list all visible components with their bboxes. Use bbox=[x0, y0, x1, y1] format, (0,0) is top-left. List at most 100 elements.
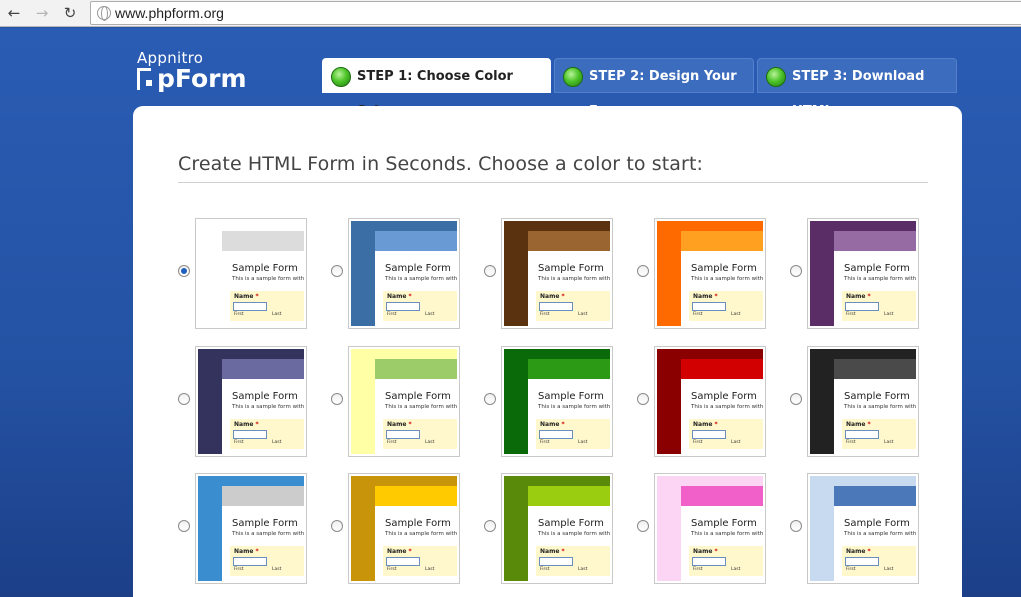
color-scheme-thumbnail[interactable]: Sample Form This is a sample form with Nam… bbox=[654, 218, 766, 329]
thumbnail-form: Sample Form This is a sample form with Nam… bbox=[834, 379, 916, 454]
thumbnail-form: Sample Form This is a sample form with Nam… bbox=[528, 506, 610, 581]
color-scheme-radio[interactable] bbox=[331, 265, 343, 277]
sample-input-last bbox=[424, 557, 457, 566]
color-scheme-thumbnail[interactable]: Sample Form This is a sample form with Nam… bbox=[348, 218, 460, 329]
color-scheme-thumbnail[interactable]: Sample Form This is a sample form with Nam… bbox=[501, 218, 613, 329]
color-scheme-thumbnail[interactable]: Sample Form This is a sample form with Nam… bbox=[501, 346, 613, 457]
required-mark: * bbox=[408, 548, 412, 555]
green-ball-icon bbox=[563, 67, 583, 87]
sample-field-label-text: Name bbox=[234, 293, 254, 300]
sample-field-label-text: Name bbox=[387, 421, 407, 428]
back-arrow-icon[interactable]: ← bbox=[4, 3, 24, 23]
thumbnail-preview: Sample Form This is a sample form with Nam… bbox=[810, 221, 916, 326]
green-ball-icon bbox=[766, 67, 786, 87]
color-scheme-thumbnail[interactable]: Sample Form This is a sample form with Nam… bbox=[348, 473, 460, 584]
sample-input-first bbox=[539, 430, 573, 439]
required-mark: * bbox=[867, 421, 871, 428]
sample-input-last bbox=[730, 557, 763, 566]
sample-sub-last: Last bbox=[578, 312, 588, 317]
sample-form-title: Sample Form bbox=[385, 263, 451, 274]
tab-step-3[interactable]: STEP 3: Download HTML bbox=[757, 58, 957, 119]
color-scheme-radio[interactable] bbox=[484, 265, 496, 277]
tab-step-2[interactable]: STEP 2: Design Your Form bbox=[554, 58, 754, 119]
thumbnail-header-bar bbox=[222, 231, 304, 251]
color-scheme-thumbnail[interactable]: Sample Form This is a sample form with Nam… bbox=[195, 346, 307, 457]
sample-form-title: Sample Form bbox=[385, 391, 451, 402]
sample-field: Name * First Last bbox=[230, 546, 304, 576]
color-scheme-thumbnail[interactable]: Sample Form This is a sample form with Nam… bbox=[348, 346, 460, 457]
sample-field-label: Name * bbox=[234, 421, 259, 428]
sample-sub-last: Last bbox=[731, 312, 741, 317]
color-scheme-radio[interactable] bbox=[178, 265, 190, 277]
color-scheme-radio[interactable] bbox=[331, 393, 343, 405]
color-scheme-radio[interactable] bbox=[790, 393, 802, 405]
sample-sub-last: Last bbox=[272, 440, 282, 445]
color-scheme-radio[interactable] bbox=[637, 265, 649, 277]
color-scheme-radio[interactable] bbox=[484, 393, 496, 405]
color-scheme-radio[interactable] bbox=[637, 393, 649, 405]
sample-input-first bbox=[539, 557, 573, 566]
required-mark: * bbox=[867, 293, 871, 300]
sample-field-label-text: Name bbox=[540, 548, 560, 555]
color-scheme-thumbnail[interactable]: Sample Form This is a sample form with Nam… bbox=[654, 346, 766, 457]
sample-input-first bbox=[386, 557, 420, 566]
thumbnail-form: Sample Form This is a sample form with Nam… bbox=[681, 506, 763, 581]
sample-sub-first: First bbox=[234, 312, 244, 317]
sample-form-description: This is a sample form with bbox=[844, 276, 916, 282]
thumbnail-header-bar bbox=[375, 359, 457, 379]
color-scheme-thumbnail[interactable]: Sample Form This is a sample form with Nam… bbox=[807, 473, 919, 584]
sample-sub-first: First bbox=[540, 567, 550, 572]
globe-icon bbox=[97, 6, 111, 21]
sample-input-first bbox=[692, 430, 726, 439]
sample-sub-first: First bbox=[387, 567, 397, 572]
thumbnail-header-bar bbox=[528, 359, 610, 379]
color-scheme-thumbnail[interactable]: Sample Form This is a sample form with Nam… bbox=[195, 218, 307, 329]
reload-icon[interactable]: ↻ bbox=[60, 3, 80, 23]
color-scheme-radio[interactable] bbox=[484, 520, 496, 532]
color-scheme-radio[interactable] bbox=[790, 265, 802, 277]
sample-field-label-text: Name bbox=[387, 293, 407, 300]
color-scheme-thumbnail[interactable]: Sample Form This is a sample form with Nam… bbox=[807, 346, 919, 457]
sample-input-last bbox=[577, 557, 610, 566]
thumbnail-preview: Sample Form This is a sample form with Nam… bbox=[198, 476, 304, 581]
sample-form-title: Sample Form bbox=[232, 391, 298, 402]
sample-field-label-text: Name bbox=[693, 421, 713, 428]
title-divider bbox=[178, 182, 928, 183]
color-scheme-radio[interactable] bbox=[790, 520, 802, 532]
sample-field-label: Name * bbox=[234, 548, 259, 555]
thumbnail-header-bar bbox=[681, 486, 763, 506]
sample-sub-first: First bbox=[540, 312, 550, 317]
sample-input-last bbox=[883, 557, 916, 566]
address-text[interactable]: www.phpform.org bbox=[115, 5, 224, 21]
sample-field-label: Name * bbox=[387, 548, 412, 555]
thumbnail-form: Sample Form This is a sample form with Nam… bbox=[834, 251, 916, 326]
sample-form-description: This is a sample form with bbox=[232, 276, 304, 282]
thumbnail-form: Sample Form This is a sample form with Nam… bbox=[681, 379, 763, 454]
address-bar[interactable]: www.phpform.org bbox=[90, 1, 1021, 25]
site-logo[interactable]: Appnitro pForm bbox=[137, 50, 247, 92]
sample-field: Name * First Last bbox=[383, 546, 457, 576]
sample-input-last bbox=[730, 430, 763, 439]
color-scheme-radio[interactable] bbox=[331, 520, 343, 532]
main-panel: Create HTML Form in Seconds. Choose a co… bbox=[133, 106, 962, 597]
sample-field: Name * First Last bbox=[842, 291, 916, 321]
color-scheme-thumbnail[interactable]: Sample Form This is a sample form with Nam… bbox=[195, 473, 307, 584]
color-scheme-thumbnail[interactable]: Sample Form This is a sample form with Nam… bbox=[654, 473, 766, 584]
tab-step-1[interactable]: STEP 1: Choose Color Scheme bbox=[322, 58, 551, 119]
sample-field: Name * First Last bbox=[689, 546, 763, 576]
color-scheme-radio[interactable] bbox=[178, 520, 190, 532]
color-scheme-thumbnail[interactable]: Sample Form This is a sample form with Nam… bbox=[807, 218, 919, 329]
sample-form-title: Sample Form bbox=[232, 518, 298, 529]
color-scheme-thumbnail[interactable]: Sample Form This is a sample form with Nam… bbox=[501, 473, 613, 584]
sample-input-last bbox=[271, 557, 304, 566]
color-scheme-radio[interactable] bbox=[637, 520, 649, 532]
color-scheme-radio[interactable] bbox=[178, 393, 190, 405]
sample-sub-first: First bbox=[846, 440, 856, 445]
thumbnail-form: Sample Form This is a sample form with Nam… bbox=[375, 506, 457, 581]
required-mark: * bbox=[408, 293, 412, 300]
sample-field-label: Name * bbox=[387, 293, 412, 300]
sample-field: Name * First Last bbox=[536, 546, 610, 576]
forward-arrow-icon[interactable]: → bbox=[32, 3, 52, 23]
sample-field-label: Name * bbox=[693, 421, 718, 428]
sample-form-description: This is a sample form with bbox=[385, 531, 457, 537]
